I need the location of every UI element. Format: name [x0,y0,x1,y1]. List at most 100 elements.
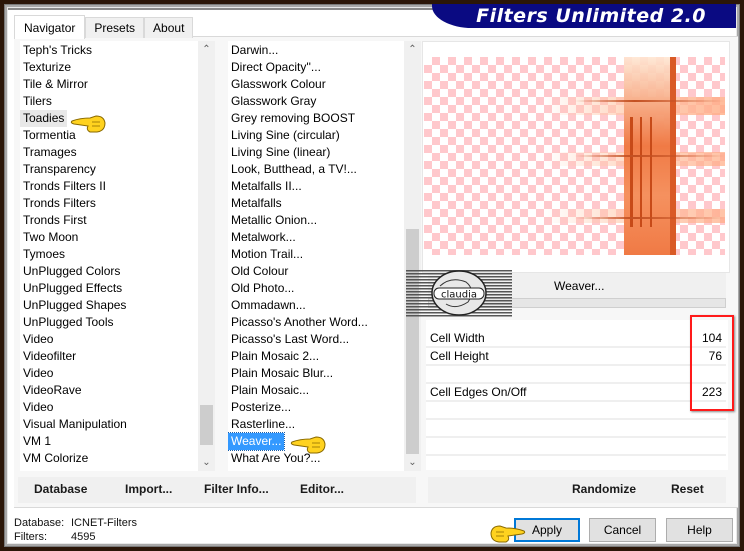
list-item[interactable]: UnPlugged Shapes [20,297,129,314]
weave-thread [650,117,652,227]
list-item[interactable]: Posterize... [228,399,294,416]
list-item[interactable]: VM Colorize [20,450,91,467]
randomize-button[interactable]: Randomize [572,482,636,496]
help-button[interactable]: Help [666,518,733,542]
logo-text: claudia [441,290,477,301]
list-item[interactable]: Glasswork Colour [228,76,329,93]
list-item[interactable]: Picasso's Another Word... [228,314,371,331]
window-title: Filters Unlimited 2.0 [432,4,736,28]
list-item[interactable]: Metalwork... [228,229,299,246]
list-item[interactable]: Grey removing BOOST [228,110,358,127]
filter-list[interactable]: Darwin... Direct Opacity''... Glasswork Co… [228,41,404,471]
filter-info-button[interactable]: Filter Info... [204,482,269,496]
scroll-up-icon[interactable]: ⌃ [198,41,215,58]
list-item[interactable]: Tile & Mirror [20,76,91,93]
scroll-thumb[interactable] [406,229,419,454]
list-item[interactable]: Videofilter [20,348,79,365]
list-item[interactable]: Plain Mosaic Blur... [228,365,336,382]
list-item[interactable]: Plain Mosaic... [228,382,312,399]
param-cell-height[interactable]: Cell Height 76 [426,348,726,366]
param-label: Cell Width [430,331,485,345]
param-cell-width[interactable]: Cell Width 104 [426,330,726,348]
param-label: Cell Edges On/Off [430,385,527,399]
database-button[interactable]: Database [34,482,87,496]
weave-band [424,209,725,223]
list-item[interactable]: Darwin... [228,42,281,59]
database-value: ICNET-Filters [71,517,137,529]
list-item[interactable]: Weaver... [228,432,286,451]
filters-label: Filters: [14,531,47,543]
list-item[interactable]: Video [20,365,56,382]
reset-button[interactable]: Reset [671,482,704,496]
param-divider [426,418,726,420]
list-item[interactable]: Two Moon [20,229,81,246]
category-scrollbar[interactable]: ⌃ ⌄ [198,41,215,471]
param-label: Cell Height [430,349,489,363]
list-item[interactable]: VideoRave [20,382,85,399]
list-item[interactable]: Metalfalls [228,195,285,212]
list-item[interactable]: Teph's Tricks [20,42,95,59]
preview-image [424,57,725,255]
list-item[interactable]: Tymoes [20,246,68,263]
scroll-up-icon[interactable]: ⌃ [404,41,421,58]
list-item[interactable]: UnPlugged Tools [20,314,117,331]
list-item[interactable]: Rasterline... [228,416,298,433]
list-item[interactable]: Glasswork Gray [228,93,319,110]
category-list[interactable]: Teph's Tricks Texturize Tile & Mirror Tiler… [20,41,198,471]
list-item[interactable]: Toadies [20,110,68,127]
list-item[interactable]: VM 1 [20,433,54,450]
list-item[interactable]: Picasso's Last Word... [228,331,352,348]
weave-thread [630,117,633,227]
list-item[interactable]: Tronds Filters [20,195,99,212]
list-item[interactable]: Tilers [20,93,55,110]
list-item[interactable]: Direct Opacity''... [228,59,324,76]
filters-count: 4595 [71,531,96,543]
tab-about[interactable]: About [144,17,194,38]
param-divider [426,454,726,456]
editor-button[interactable]: Editor... [300,482,344,496]
weave-thread [640,117,642,227]
list-item[interactable]: Motion Trail... [228,246,306,263]
tab-bar: Navigator Presets About [14,15,194,39]
filter-scrollbar[interactable]: ⌃ ⌄ [404,41,421,471]
list-item[interactable]: Living Sine (circular) [228,127,343,144]
pointing-hand-icon [70,115,106,133]
list-item[interactable]: Tronds Filters II [20,178,109,195]
list-item[interactable]: Transparency [20,161,99,178]
pointing-hand-icon [490,525,526,543]
list-item[interactable]: Living Sine (linear) [228,144,333,161]
list-item[interactable]: Video [20,399,56,416]
weave-thread [424,217,725,219]
database-label: Database: [14,517,65,529]
list-item[interactable]: Metalfalls II... [228,178,305,195]
values-highlight [690,315,734,411]
import-button[interactable]: Import... [125,482,172,496]
scroll-down-icon[interactable]: ⌄ [198,454,215,471]
list-item[interactable]: Metallic Onion... [228,212,320,229]
list-item[interactable]: Tramages [20,144,80,161]
cancel-button[interactable]: Cancel [589,518,656,542]
param-divider [426,436,726,438]
list-item[interactable]: Old Photo... [228,280,297,297]
list-item[interactable]: Visual Manipulation [20,416,130,433]
list-item[interactable]: Look, Butthead, a TV!... [228,161,360,178]
list-item[interactable]: Ommadawn... [228,297,309,314]
list-item[interactable]: UnPlugged Colors [20,263,123,280]
scroll-down-icon[interactable]: ⌄ [404,454,421,471]
list-item[interactable]: Old Colour [228,263,291,280]
tab-presets[interactable]: Presets [85,17,145,38]
filter-name: Weaver... [554,279,605,293]
param-cell-edges[interactable]: Cell Edges On/Off 223 [426,384,726,402]
claudia-logo: claudia [406,270,512,317]
list-item[interactable]: Texturize [20,59,74,76]
weave-thread [424,100,725,102]
scroll-thumb[interactable] [200,405,213,445]
parameters-panel: Cell Width 104 Cell Height 76 Cell Edges… [426,320,728,470]
tab-navigator[interactable]: Navigator [14,15,86,39]
list-item[interactable]: Video [20,331,56,348]
title-divider [8,8,438,10]
list-item[interactable]: UnPlugged Effects [20,280,125,297]
list-item[interactable]: Tronds First [20,212,90,229]
weave-thread [424,155,725,157]
list-item[interactable]: Plain Mosaic 2... [228,348,322,365]
